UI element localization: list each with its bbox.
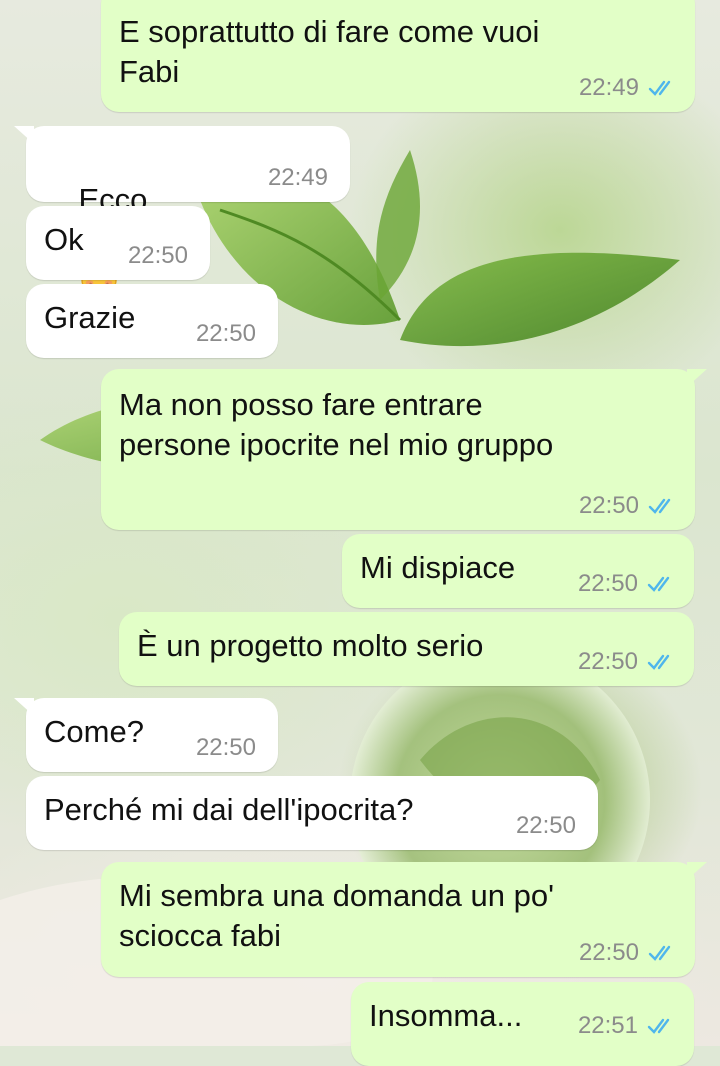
message-timestamp: 22:50 [578,492,639,519]
read-ticks-icon [648,945,671,961]
message-bubble-outgoing[interactable]: Mi dispiace 22:50 [342,534,694,608]
read-ticks-icon [647,1018,670,1034]
message-bubble-outgoing[interactable]: È un progetto molto serio 22:50 [119,612,694,686]
message-bubble-outgoing[interactable]: Mi sembra una domanda un po' sciocca fab… [101,862,707,977]
message-timestamp: 22:50 [195,734,256,761]
read-ticks-icon [648,498,671,514]
bubble-tail-icon [14,126,34,144]
message-bubble-outgoing[interactable]: Ma non posso fare entrare persone ipocri… [101,369,707,530]
message-timestamp: 22:50 [577,648,638,675]
message-timestamp: 22:50 [578,939,639,966]
message-bubble-incoming[interactable]: Perché mi dai dell'ipocrita? 22:50 [26,776,598,850]
message-timestamp: 22:50 [577,570,638,597]
message-timestamp: 22:49 [267,164,328,191]
message-timestamp: 22:50 [127,242,188,269]
bubble-tail-icon [687,369,707,387]
message-bubble-incoming[interactable]: Ecco 22:49 [14,126,350,297]
message-bubble-incoming[interactable]: Come? 22:50 [14,698,278,772]
message-timestamp: 22:50 [515,812,576,839]
message-bubble-outgoing[interactable]: E soprattutto di fare come vuoi Fabi 22:… [101,0,695,112]
message-timestamp: 22:50 [195,320,256,347]
message-timestamp: 22:51 [577,1012,638,1039]
read-ticks-icon [648,80,671,96]
message-bubble-outgoing[interactable]: Insomma... 22:51 [351,982,694,1066]
message-timestamp: 22:49 [578,74,639,101]
read-ticks-icon [647,576,670,592]
message-bubble-incoming[interactable]: Grazie 22:50 [26,284,278,358]
message-text: Ma non posso fare entrare persone ipocri… [119,387,554,462]
read-ticks-icon [647,654,670,670]
bubble-tail-icon [687,862,707,880]
message-text: Perché mi dai dell'ipocrita? [44,792,414,827]
message-bubble-incoming[interactable]: Ok 22:50 [26,206,210,280]
bubble-tail-icon [14,698,34,716]
